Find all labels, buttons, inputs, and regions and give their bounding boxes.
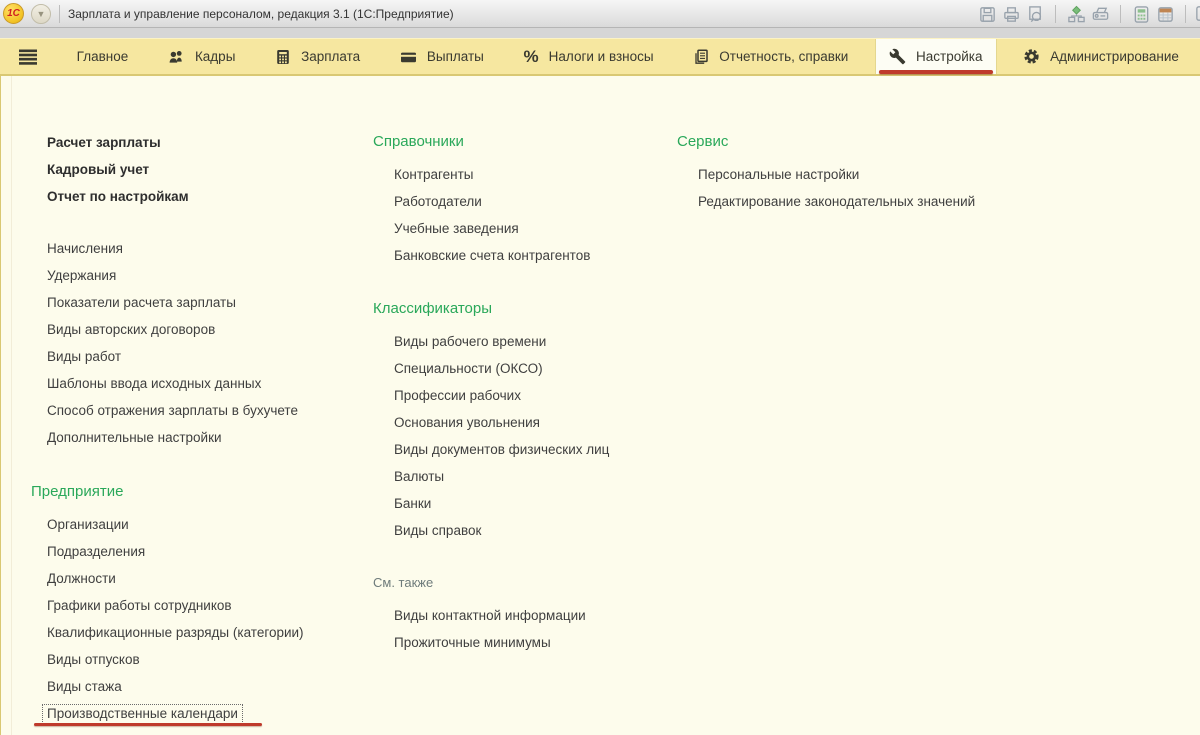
menu-link[interactable]: Банки [394,490,673,517]
group-header-see-also: См. также [373,574,434,590]
menu-link[interactable]: Виды стажа [47,673,361,700]
nastroyka-menu-panel: Расчет зарплаты Кадровый учет Отчет по н… [0,76,1200,735]
hamburger-icon [18,49,38,65]
tab-otchetnost-spravki[interactable]: Отчетность, справки [680,39,861,74]
menu-link[interactable]: Виды рабочего времени [394,328,673,355]
focused-menu-link-label: Производственные календари [42,703,243,724]
menu-link[interactable]: Основания увольнения [394,409,673,436]
tab-label: Выплаты [426,49,484,64]
menu-link[interactable]: Учебные заведения [394,215,673,242]
card-icon [400,49,417,65]
window-title: Зарплата и управление персоналом, редакц… [68,6,454,21]
gear-icon [1023,48,1040,65]
menu-link[interactable]: Прожиточные минимумы [394,629,673,656]
menu-link[interactable]: Виды авторских договоров [47,316,361,343]
structure-icon[interactable] [1064,2,1088,26]
annotation-underline-kalendari [34,723,262,726]
menu-link[interactable]: Работодатели [394,188,673,215]
menu-link[interactable]: Виды отпусков [47,646,361,673]
menu-link[interactable]: Контрагенты [394,161,673,188]
menu-link[interactable]: Начисления [47,235,361,262]
1c-logo-icon: 1С [3,3,24,24]
tab-label: Главное [76,49,129,64]
tab-vyplaty[interactable]: Выплаты [387,39,497,74]
menu-link[interactable]: Организации [47,511,361,538]
toolbar-separator [1120,5,1121,23]
menu-link[interactable]: Профессии рабочих [394,382,673,409]
documents-icon [693,48,709,65]
menu-command[interactable]: Кадровый учет [47,156,361,183]
menu-link[interactable]: Виды справок [394,517,673,544]
fax-icon[interactable] [1088,2,1112,26]
menu-link[interactable]: Виды контактной информации [394,602,673,629]
main-menu-button[interactable] [6,39,50,74]
menu-link[interactable]: Банковские счета контрагентов [394,242,673,269]
menu-link[interactable]: Персональные настройки [698,161,1017,188]
tab-administrirovanie[interactable]: Администрирование [1010,39,1192,74]
tab-label: Зарплата [301,49,361,64]
tab-nalogi-i-vznosy[interactable]: % Налоги и взносы [511,39,667,74]
menu-link[interactable]: Дополнительные настройки [47,424,361,451]
menu-link-proizvodstvennye-kalendari[interactable]: Производственные календари [34,700,361,727]
menu-link[interactable]: Валюты [394,463,673,490]
group-header-servis: Сервис [677,132,729,150]
tab-glavnoe[interactable]: Главное [64,39,142,74]
group-header-spravochniki: Справочники [373,132,464,150]
group-header-klassifikatory: Классификаторы [373,299,493,317]
print-preview-icon[interactable] [1023,2,1047,26]
print-icon[interactable] [999,2,1023,26]
menu-link[interactable]: Подразделения [47,538,361,565]
menu-link[interactable]: Графики работы сотрудников [47,592,361,619]
panel-edge-line [11,76,12,735]
percent-icon: % [523,47,539,66]
calculator-grid-icon [275,49,291,65]
people-icon [168,49,185,65]
menu-link[interactable]: Показатели расчета зарплаты [47,289,361,316]
tab-label: Отчетность, справки [719,49,849,64]
tab-label: Кадры [194,49,236,64]
menu-command[interactable]: Отчет по настройкам [47,183,361,210]
toolbar-separator [1185,5,1186,23]
clipped-toolbar-icon[interactable] [1194,4,1200,24]
menu-command[interactable]: Расчет зарплаты [47,129,361,156]
menu-column-3: Сервис Персональные настройки Редактиров… [677,76,1017,215]
tab-kadry[interactable]: Кадры [155,39,248,74]
menu-link[interactable]: Удержания [47,262,361,289]
annotation-underline-nastroyka [879,70,993,74]
calendar-icon[interactable] [1153,2,1177,26]
menu-link[interactable]: Специальности (ОКСО) [394,355,673,382]
menu-link[interactable]: Виды работ [47,343,361,370]
menu-column-1: Расчет зарплаты Кадровый учет Отчет по н… [31,76,361,727]
wrench-icon [889,48,906,65]
tab-label: Администрирование [1050,49,1179,64]
calculator-icon[interactable] [1129,2,1153,26]
system-menu-button[interactable]: ▼ [31,3,51,24]
tab-zarplata[interactable]: Зарплата [262,39,373,74]
group-header-predpriyatie: Предприятие [31,482,124,500]
tab-label: Настройка [916,49,983,64]
menu-link[interactable]: Виды документов физических лиц [394,436,673,463]
window-titlebar: 1С ▼ Зарплата и управление персоналом, р… [0,0,1200,28]
menu-link[interactable]: Способ отражения зарплаты в бухучете [47,397,361,424]
titlebar-toolbar [975,0,1200,28]
tab-label: Налоги и взносы [548,49,654,64]
menu-link[interactable]: Должности [47,565,361,592]
menu-column-2: Справочники Контрагенты Работодатели Уче… [373,76,673,656]
save-icon[interactable] [975,2,999,26]
menu-link[interactable]: Шаблоны ввода исходных данных [47,370,361,397]
section-panel: Главное Кадры Зарплата Выплаты % Налоги … [0,38,1200,76]
toolbar-separator [1055,5,1056,23]
menu-link[interactable]: Редактирование законодательных значений [698,188,1017,215]
menu-link[interactable]: Квалификационные разряды (категории) [47,619,361,646]
titlebar-separator [59,4,60,23]
tab-nastroyka[interactable]: Настройка [875,39,997,74]
